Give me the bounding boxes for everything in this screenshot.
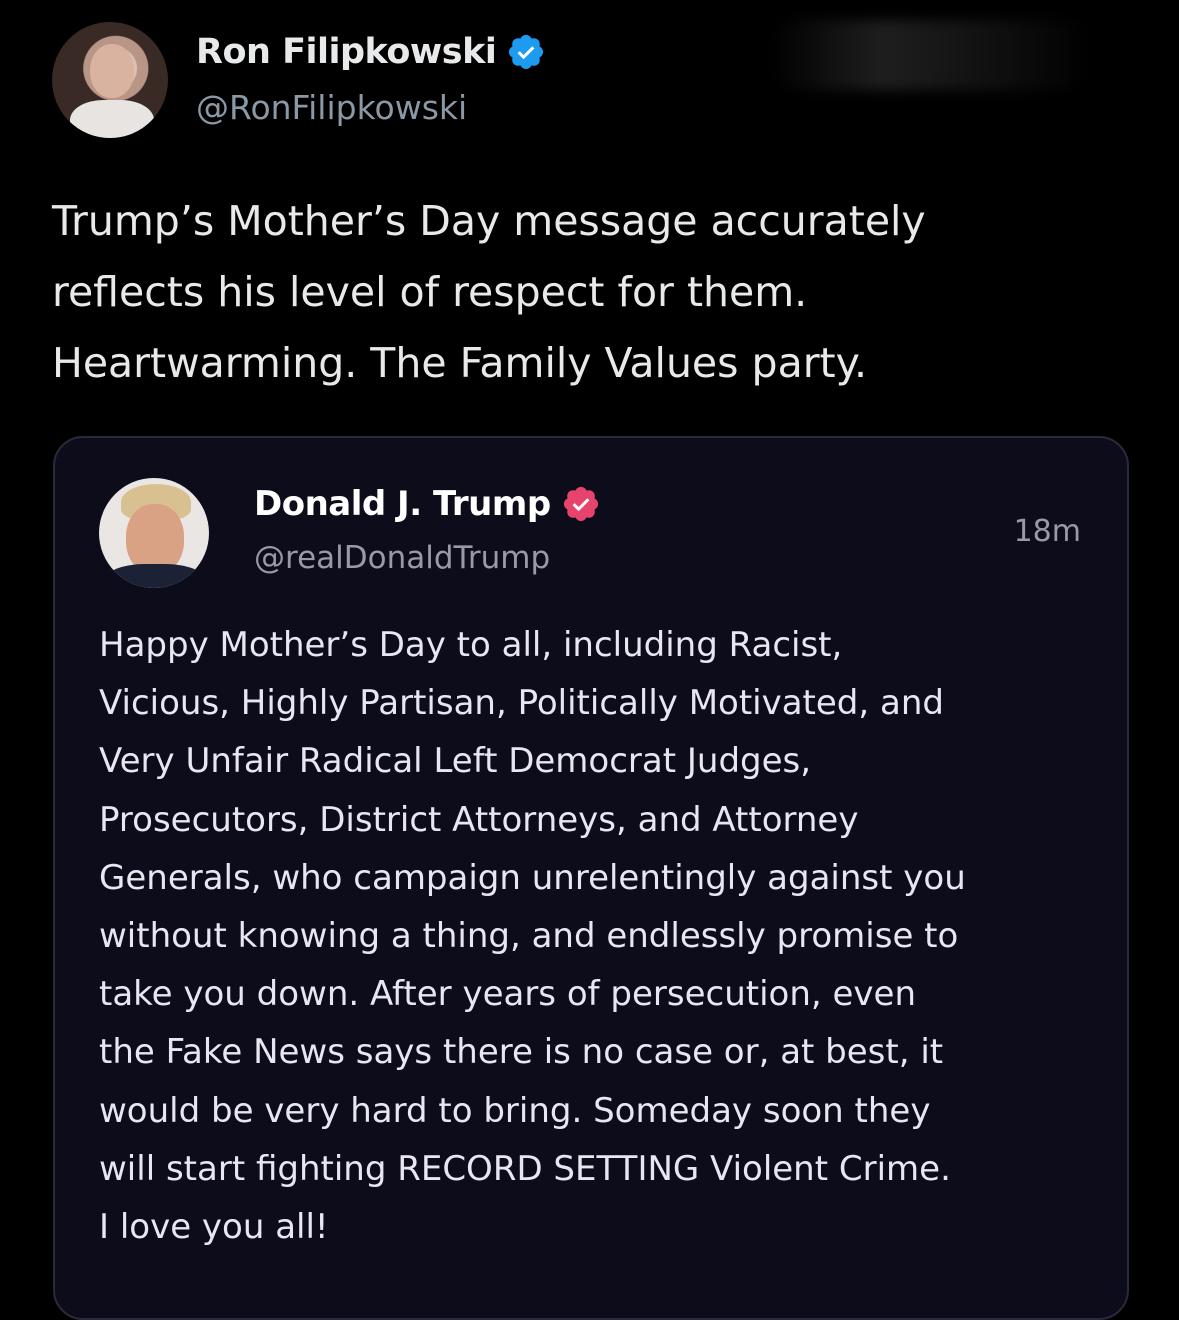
quoted-line: would be very hard to bring. Someday soo… [99,1090,931,1131]
quoted-line: take you down. After years of persecutio… [99,974,917,1015]
quoted-handle[interactable]: @realDonaldTrump [254,540,550,576]
quoted-name-row: Donald J. Trump [254,480,601,528]
quoted-timestamp[interactable]: 18m [1014,514,1081,549]
quoted-avatar[interactable] [99,478,209,588]
avatar-head [90,44,134,98]
avatar-shirt [70,100,154,138]
author-avatar[interactable] [52,22,168,138]
tweet-text: Trump’s Mother’s Day message accurately … [52,186,1132,399]
verified-badge-icon [509,34,544,70]
blurred-region [770,20,1090,90]
screenshot-frame: Ron Filipkowski @RonFilipkowski Trump’s … [0,0,1179,1320]
tweet-line: Heartwarming. The Family Values party. [52,339,868,387]
quoted-display-name[interactable]: Donald J. Trump [254,484,551,524]
quoted-line: Very Unfair Radical Left Democrat Judges… [99,741,812,782]
quoted-line: will start fighting RECORD SETTING Viole… [99,1148,951,1189]
quoted-line: without knowing a thing, and endlessly p… [99,916,959,957]
quoted-post-text: Happy Mother’s Day to all, including Rac… [99,616,1099,1256]
quoted-line: Vicious, Highly Partisan, Politically Mo… [99,683,944,724]
tweet-line: reflects his level of respect for them. [52,268,808,316]
author-display-name[interactable]: Ron Filipkowski [196,32,497,72]
quoted-line: Happy Mother’s Day to all, including Rac… [99,625,843,665]
quoted-post-card[interactable]: Donald J. Trump @realDonaldTrump 18m Hap… [53,436,1129,1320]
quoted-line: Prosecutors, District Attorneys, and Att… [99,799,859,840]
author-handle[interactable]: @RonFilipkowski [196,88,467,127]
quoted-line: I love you all! [99,1207,329,1248]
author-name-row: Ron Filipkowski [196,28,546,76]
tweet-line: Trump’s Mother’s Day message accurately [52,197,926,245]
quoted-line: Generals, who campaign unrelentingly aga… [99,857,966,898]
quoted-line: the Fake News says there is no case or, … [99,1032,944,1073]
avatar-suit [105,564,205,588]
truth-verified-badge-icon [563,486,598,522]
